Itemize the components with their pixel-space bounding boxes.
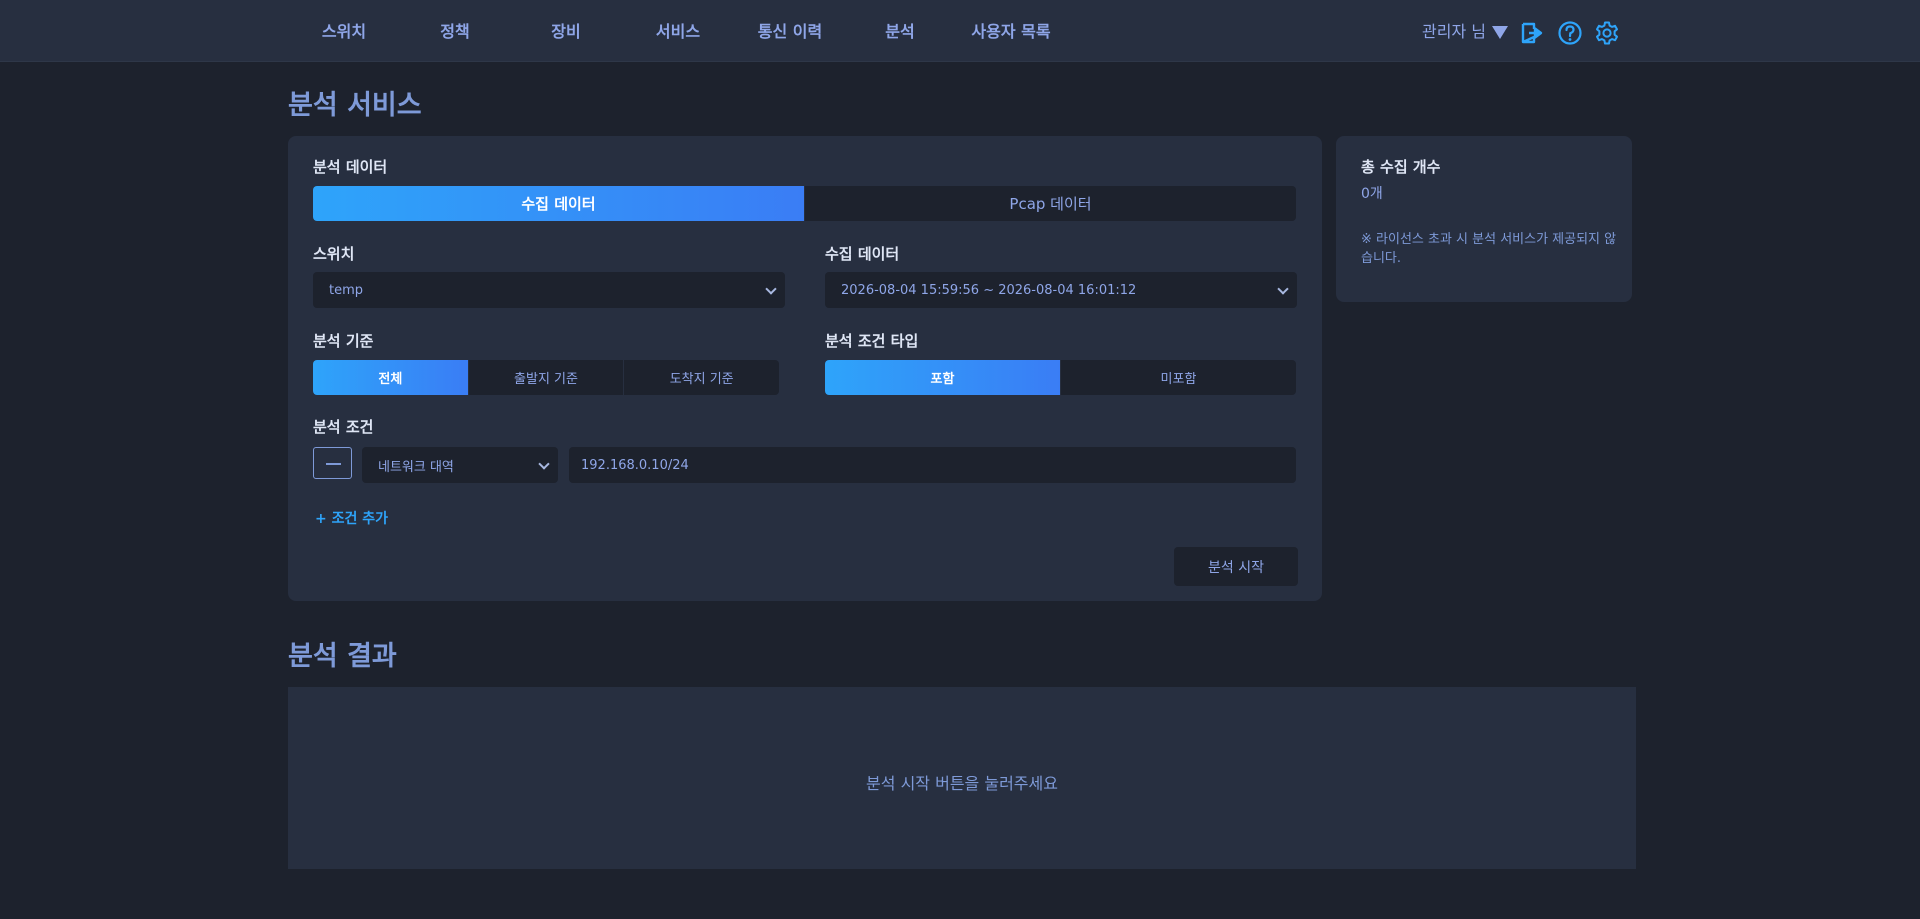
- minus-icon: [326, 463, 341, 465]
- condition-type-exclude[interactable]: 미포함: [1061, 360, 1296, 395]
- collected-data-label: 수집 데이터: [825, 245, 900, 263]
- license-note: ※ 라이선스 초과 시 분석 서비스가 제공되지 않습니다.: [1361, 232, 1617, 266]
- switch-label: 스위치: [313, 245, 355, 263]
- analysis-panel: 분석 데이터 수집 데이터 Pcap 데이터 스위치 temp 수집 데이터 2…: [288, 136, 1322, 601]
- total-count-label: 총 수집 개수: [1361, 158, 1441, 176]
- nav-item-switch[interactable]: 스위치: [316, 20, 372, 44]
- top-navigation: 스위치 정책 장비 서비스 통신 이력 분석 사용자 목록 관리자 님: [0, 0, 1920, 62]
- condition-type-toggle: 포함 미포함: [825, 360, 1296, 395]
- add-condition-link[interactable]: + 조건 추가: [315, 508, 388, 528]
- analysis-basis-toggle: 전체 출발지 기준 도착지 기준: [313, 360, 779, 395]
- help-icon[interactable]: [1557, 20, 1583, 46]
- switch-select-value: temp: [329, 282, 364, 298]
- page-title: 분석 서비스: [288, 90, 422, 121]
- condition-type-include[interactable]: 포함: [825, 360, 1061, 395]
- switch-select[interactable]: temp: [313, 272, 785, 308]
- analysis-basis-label: 분석 기준: [313, 332, 374, 350]
- basis-all[interactable]: 전체: [313, 360, 469, 395]
- collected-data-select[interactable]: 2026-08-04 15:59:56 ~ 2026-08-04 16:01:1…: [825, 272, 1297, 308]
- collected-data-select-value: 2026-08-04 15:59:56 ~ 2026-08-04 16:01:1…: [841, 282, 1137, 298]
- tab-pcap-data[interactable]: Pcap 데이터: [805, 186, 1296, 221]
- nav-item-analysis[interactable]: 분석: [872, 20, 928, 44]
- tab-collected-data[interactable]: 수집 데이터: [313, 186, 805, 221]
- chevron-down-icon: [765, 283, 777, 295]
- basis-source[interactable]: 출발지 기준: [469, 360, 625, 395]
- nav-item-policy[interactable]: 정책: [427, 20, 483, 44]
- total-count-value: 0개: [1361, 186, 1383, 202]
- chevron-down-icon: [1277, 283, 1289, 295]
- condition-field-select[interactable]: 네트워크 대역: [362, 447, 558, 483]
- start-analysis-button[interactable]: 분석 시작: [1174, 547, 1298, 586]
- user-menu[interactable]: 관리자 님: [1422, 18, 1508, 46]
- condition-label: 분석 조건: [313, 418, 374, 436]
- nav-item-equipment[interactable]: 장비: [538, 20, 594, 44]
- result-area: 분석 시작 버튼을 눌러주세요: [288, 687, 1636, 869]
- data-source-toggle: 수집 데이터 Pcap 데이터: [313, 186, 1296, 221]
- condition-type-label: 분석 조건 타입: [825, 332, 919, 350]
- basis-destination[interactable]: 도착지 기준: [624, 360, 779, 395]
- logout-icon[interactable]: [1520, 20, 1546, 46]
- user-name: 관리자 님: [1422, 22, 1486, 41]
- nav-item-comm-history[interactable]: 통신 이력: [750, 20, 830, 44]
- nav-item-service[interactable]: 서비스: [650, 20, 706, 44]
- remove-condition-button[interactable]: [313, 447, 352, 479]
- condition-value-input[interactable]: 192.168.0.10/24: [569, 447, 1296, 483]
- condition-field-value: 네트워크 대역: [378, 459, 454, 475]
- nav-item-user-list[interactable]: 사용자 목록: [966, 20, 1056, 44]
- chevron-down-icon: [538, 458, 550, 470]
- result-placeholder: 분석 시작 버튼을 눌러주세요: [866, 774, 1058, 793]
- analysis-data-label: 분석 데이터: [313, 158, 388, 176]
- caret-down-icon: [1491, 25, 1508, 39]
- result-title: 분석 결과: [288, 641, 397, 672]
- summary-panel: 총 수집 개수 0개 ※ 라이선스 초과 시 분석 서비스가 제공되지 않습니다…: [1336, 136, 1632, 302]
- settings-icon[interactable]: [1594, 20, 1620, 46]
